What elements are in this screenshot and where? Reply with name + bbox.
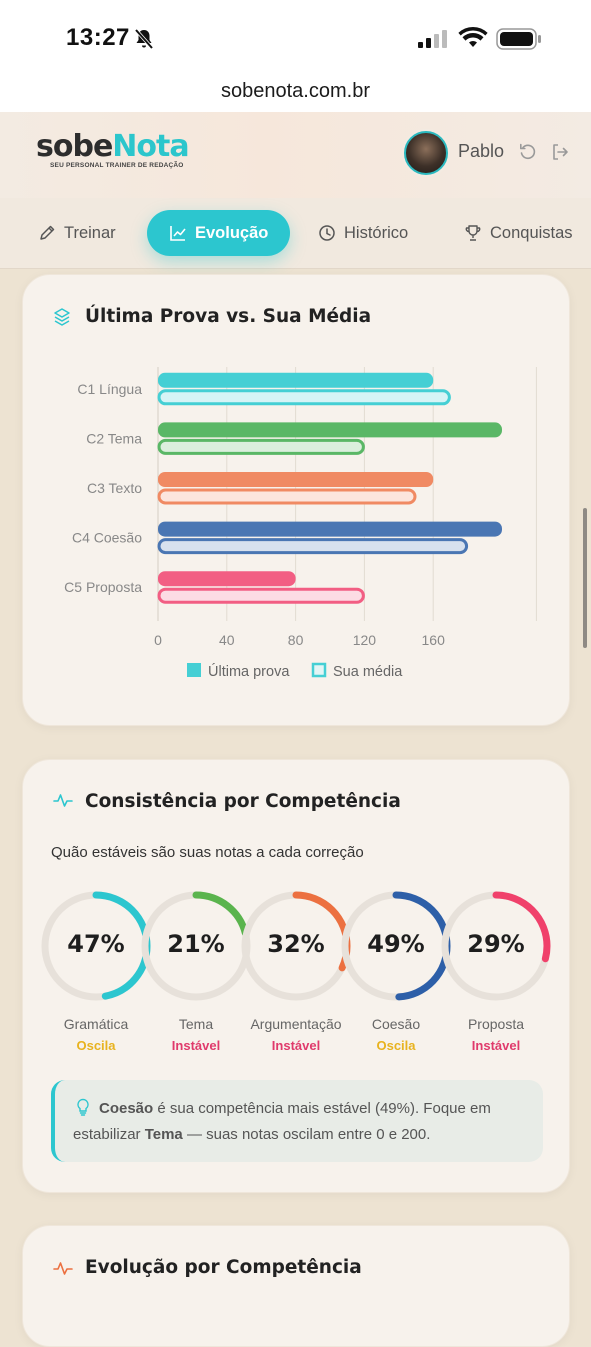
x-tick-label: 40: [219, 632, 235, 648]
wifi-icon: [458, 27, 488, 47]
comparison-card: Última Prova vs. Sua Média C1 Língua C2 T…: [22, 274, 570, 726]
evolution-title: Evolução por Competência: [85, 1257, 362, 1278]
consistency-ring-1: 47% Gramática Oscila: [40, 890, 152, 1053]
bar-sua-media: [157, 538, 469, 555]
pulse-icon: [53, 794, 73, 807]
consistency-subtitle: Quão estáveis são suas notas a cada corr…: [51, 844, 364, 861]
ring-label: Proposta: [467, 1016, 525, 1032]
url-text[interactable]: sobenota.com.br: [0, 72, 591, 110]
logo-tagline: SEU PERSONAL TRAINER DE REDAÇÃO: [50, 162, 184, 169]
bar-sua-media: [157, 587, 365, 604]
tip-text: Coesão é sua competência mais estável (4…: [73, 1096, 543, 1148]
tab-conquistas[interactable]: Conquistas: [464, 210, 573, 256]
trend-chart-icon: [170, 226, 186, 241]
logo-nota: Nota: [112, 129, 189, 164]
y-tick-label: C3 Texto: [87, 480, 142, 496]
bar-sua-media: [157, 438, 365, 455]
consistency-ring-2: 21% Tema Instável: [140, 890, 252, 1053]
bar-sua-media: [157, 389, 451, 406]
logo[interactable]: sobeNota SEU PERSONAL TRAINER DE REDAÇÃO: [36, 129, 190, 170]
evolution-card: Evolução por Competência: [22, 1225, 570, 1347]
x-tick-label: 120: [353, 632, 377, 648]
consistency-ring-5: 29% Proposta Instável: [440, 890, 552, 1053]
bar-ultima-prova: [158, 372, 434, 388]
cellular-signal-icon: [418, 30, 447, 48]
consistency-title: Consistência por Competência: [85, 791, 401, 812]
refresh-icon[interactable]: [519, 143, 537, 161]
browser-url-bar[interactable]: sobenota.com.br: [0, 72, 591, 113]
bar-ultima-prova: [158, 472, 434, 487]
user-name: Pablo: [458, 141, 505, 161]
x-tick-label: 0: [154, 632, 162, 648]
tip-strong-1: Coesão: [99, 1100, 154, 1117]
tab-conquistas-label: Conquistas: [490, 223, 573, 242]
status-bar: 13:27: [0, 0, 591, 72]
y-tick-label: C2 Tema: [86, 430, 142, 446]
ring-percentage: 49%: [367, 930, 425, 958]
tab-historico[interactable]: Histórico: [318, 210, 408, 256]
y-tick-label: C4 Coesão: [72, 530, 142, 546]
tip-box: Coesão é sua competência mais estável (4…: [51, 1080, 543, 1162]
tip-strong-2: Tema: [144, 1126, 183, 1143]
tab-evolucao[interactable]: Evolução: [147, 210, 291, 256]
legend-swatch-ultima-prova: [187, 663, 201, 677]
consistency-ring-3: 32% Argumentação Instável: [240, 890, 352, 1053]
ring-percentage: 29%: [467, 930, 525, 958]
ring-percentage: 21%: [167, 930, 225, 958]
bar-ultima-prova: [158, 571, 296, 587]
clock-icon: [319, 225, 335, 241]
pulse-icon: [53, 1262, 73, 1275]
bar-sua-media: [157, 488, 417, 505]
logo-sobe: sobe: [36, 129, 113, 164]
avatar[interactable]: [404, 131, 448, 175]
tab-evolucao-label: Evolução: [195, 223, 269, 242]
battery-icon: [496, 28, 541, 50]
tab-historico-label: Histórico: [344, 223, 409, 242]
ring-percentage: 32%: [267, 930, 325, 958]
y-tick-label: C1 Língua: [77, 381, 142, 397]
comparison-bar-chart: C1 Língua C2 Tema C3 Texto C4 Coesão C5 Prop…: [64, 367, 537, 680]
logout-icon[interactable]: [551, 143, 569, 161]
pencil-icon: [40, 225, 55, 240]
scrollbar[interactable]: [583, 508, 587, 648]
y-tick-label: C5 Proposta: [64, 579, 142, 595]
tab-treinar-label: Treinar: [64, 223, 116, 242]
legend-label-ultima-prova: Última prova: [208, 663, 290, 680]
x-tick-label: 80: [288, 632, 304, 648]
status-time: 13:27: [66, 24, 130, 51]
bar-ultima-prova: [158, 422, 502, 438]
legend-swatch-sua-media: [311, 662, 327, 678]
x-tick-label: 160: [422, 632, 446, 648]
ring-percentage: 47%: [67, 930, 125, 958]
bell-muted-icon: [134, 28, 154, 50]
bar-ultima-prova: [158, 521, 502, 537]
consistency-card: Consistência por Competência Quão estáve…: [22, 759, 570, 1193]
consistency-ring-4: 49% Coesão Oscila: [340, 890, 452, 1053]
tip-text-2: — suas notas oscilam entre 0 e 200.: [182, 1126, 431, 1143]
legend-label-sua-media: Sua média: [333, 664, 403, 680]
tab-treinar[interactable]: Treinar: [38, 210, 116, 256]
trophy-icon: [465, 225, 481, 241]
ring-status: Instável: [471, 1038, 521, 1053]
tab-bar: Treinar Evolução Histórico Conquistas: [0, 198, 591, 269]
